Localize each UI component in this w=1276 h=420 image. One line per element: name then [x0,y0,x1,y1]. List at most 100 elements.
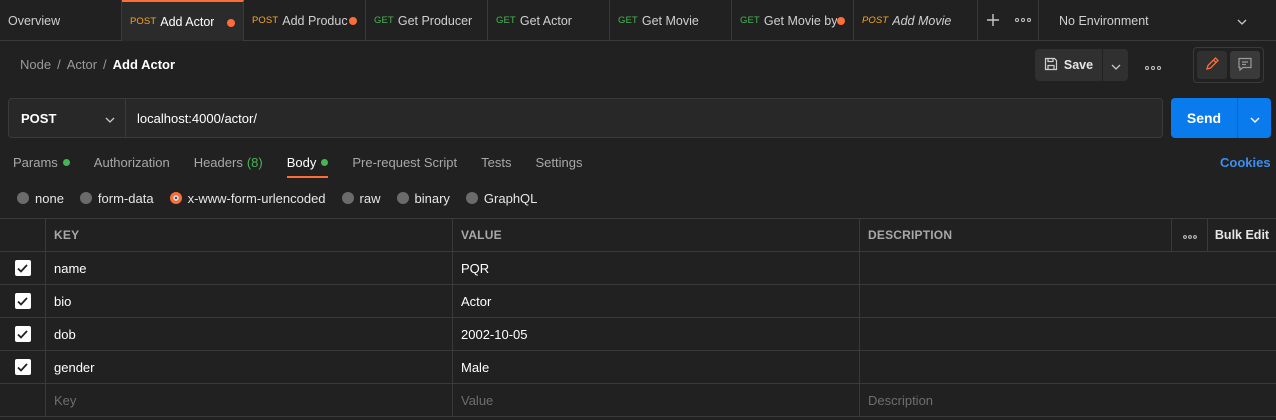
tab-params[interactable]: Params [13,150,70,178]
environment-label: No Environment [1059,13,1149,28]
radio-urlencoded[interactable]: x-www-form-urlencoded [169,191,326,206]
tab-label: Get Actor [519,13,572,28]
description-cell[interactable] [860,351,1276,383]
tab-settings-label: Settings [535,155,583,170]
url-input[interactable]: localhost:4000/actor/ [126,99,1162,137]
tab-get-actor[interactable]: GET Get Actor [488,0,610,41]
check-icon [17,362,28,372]
radio-graphql[interactable]: GraphQL [465,191,537,206]
value-cell[interactable]: Male [453,351,860,383]
description-placeholder[interactable]: Description [860,384,1276,416]
environment-select[interactable]: No Environment [1039,0,1259,41]
value-cell[interactable]: 2002-10-05 [453,318,860,350]
tab-settings[interactable]: Settings [535,150,582,178]
table-row-new: Key Value Description [0,384,1276,417]
tab-overview[interactable]: Overview [0,0,122,41]
radio-none[interactable]: none [17,191,64,206]
breadcrumb-collection[interactable]: Node [20,57,51,72]
more-icon[interactable] [1008,0,1038,41]
tab-label: Get Producer [397,13,473,28]
edit-mode-button[interactable] [1197,51,1227,79]
send-dropdown-button[interactable] [1238,98,1271,138]
chevron-down-icon [1250,111,1260,126]
row-checkbox[interactable] [14,260,31,276]
body-params-table: KEY VALUE DESCRIPTION Bulk Edit name PQR… [0,218,1276,417]
tab-authorization-label: Authorization [93,155,170,170]
tab-method: GET [618,15,638,26]
tab-get-movie-by[interactable]: GET Get Movie by [732,0,854,41]
tab-get-producer[interactable]: GET Get Producer [366,0,488,41]
tab-headers-label: Headers [193,155,243,170]
radio-label: binary [414,190,450,206]
key-cell[interactable]: dob [46,318,453,350]
key-placeholder[interactable]: Key [46,384,453,416]
value-cell[interactable]: Actor [453,285,860,317]
unsaved-dot [227,19,235,27]
value-cell[interactable]: PQR [453,252,860,284]
more-actions-button[interactable] [1140,50,1166,80]
tab-prerequest-script[interactable]: Pre-request Script [352,150,457,178]
tab-add-movie[interactable]: POST Add Movie [854,0,978,41]
tab-get-movie[interactable]: GET Get Movie [610,0,732,41]
tab-label: Add Produc [282,13,348,28]
tab-method: GET [496,15,516,26]
save-label: Save [1063,58,1094,72]
table-row: gender Male [0,351,1276,384]
tab-tests[interactable]: Tests [481,150,511,178]
indicator-dot [62,159,70,166]
method-select[interactable]: POST [9,99,126,137]
bulk-edit-button[interactable]: Bulk Edit [1208,219,1276,251]
tab-body-label: Body [286,155,317,170]
tab-headers[interactable]: Headers (8) [194,150,263,178]
save-dropdown-button[interactable] [1103,49,1128,81]
tab-body[interactable]: Body [286,150,329,178]
send-button[interactable]: Send [1171,98,1238,138]
description-cell[interactable] [860,285,1276,317]
breadcrumb-folder[interactable]: Actor [67,57,97,72]
comments-button[interactable] [1230,51,1260,79]
table-header-row: KEY VALUE DESCRIPTION Bulk Edit [0,219,1276,252]
tab-add-producer[interactable]: POST Add Produc [244,0,366,41]
value-placeholder[interactable]: Value [453,384,860,416]
tab-label: Overview [8,13,61,28]
request-tab-strip: Overview POST Add Actor POST Add Produc … [0,0,1276,41]
description-cell[interactable] [860,252,1276,284]
row-checkbox[interactable] [14,326,31,342]
row-checkbox-cell [0,252,46,284]
send-group: Send [1171,98,1271,138]
request-subtabs: Params Authorization Headers (8) Body Pr… [13,150,582,178]
save-button[interactable]: Save [1035,49,1103,81]
radio-raw[interactable]: raw [341,191,381,206]
radio-form-data[interactable]: form-data [79,191,154,206]
column-header-description: DESCRIPTION [860,219,1172,251]
send-label: Send [1186,110,1222,126]
tab-authorization[interactable]: Authorization [94,150,170,178]
save-icon [1044,57,1058,74]
tab-actions [978,0,1039,40]
column-header-value: VALUE [453,219,860,251]
view-mode-toggle [1193,47,1264,83]
row-checkbox[interactable] [14,293,31,309]
radio-label: none [35,190,64,206]
radio-circle [341,192,354,204]
chevron-down-icon [1237,14,1247,28]
key-cell[interactable]: gender [46,351,453,383]
row-checkbox-cell [0,351,46,383]
tab-label: Get Movie by [763,13,838,28]
key-cell[interactable]: name [46,252,453,284]
tab-add-actor[interactable]: POST Add Actor [122,0,244,41]
row-checkbox[interactable] [14,359,31,375]
tab-prerequest-label: Pre-request Script [352,155,458,170]
column-options-button[interactable] [1172,219,1208,251]
tab-method: GET [374,15,394,26]
check-icon [17,329,28,339]
more-icon [1145,58,1161,73]
radio-binary[interactable]: binary [396,190,450,206]
request-name[interactable]: Add Actor [113,57,175,72]
cookies-link[interactable]: Cookies [1220,155,1271,170]
description-cell[interactable] [860,318,1276,350]
more-icon [1182,228,1197,242]
tab-method: POST [862,15,889,26]
key-cell[interactable]: bio [46,285,453,317]
plus-icon[interactable] [978,0,1008,41]
